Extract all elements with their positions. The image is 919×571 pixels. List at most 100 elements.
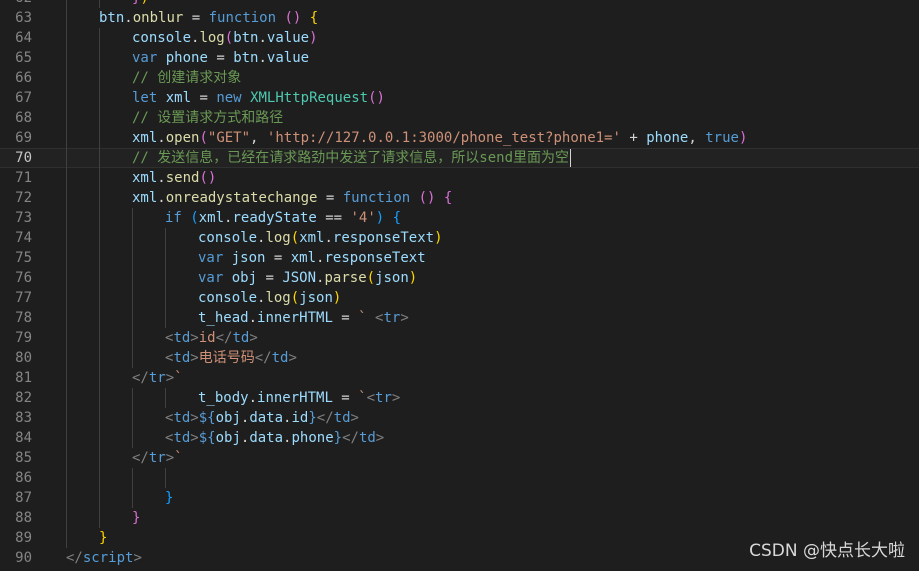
- code-line[interactable]: 72 xml.onreadystatechange = function () {: [0, 188, 919, 208]
- indent-guide: [66, 168, 67, 188]
- code-token: (: [290, 290, 300, 306]
- indent-guide: [165, 248, 166, 268]
- code-token: log: [265, 230, 291, 246]
- code-token: readyState: [232, 210, 317, 226]
- code-line[interactable]: 77 console.log(json): [0, 288, 919, 308]
- line-number: 81: [15, 370, 32, 386]
- code-editor[interactable]: 62})63btn.onblur = function () {64consol…: [0, 0, 919, 568]
- code-token: json: [299, 290, 333, 306]
- code-text: if (xml.readyState == '4') {: [165, 208, 401, 228]
- indent-guide: [66, 468, 67, 488]
- code-token: `: [174, 370, 183, 386]
- indent-guide: [132, 408, 133, 428]
- code-text: // 设置请求方式和路径: [132, 108, 283, 128]
- code-line[interactable]: 76 var obj = JSON.parse(json): [0, 268, 919, 288]
- indent-guide: [66, 208, 67, 228]
- line-number: 83: [15, 410, 32, 426]
- code-line[interactable]: 83 <td>${obj.data.id}</td>: [0, 408, 919, 428]
- code-token: console: [198, 230, 258, 246]
- code-token: </: [254, 350, 272, 366]
- indent-guide: [99, 0, 100, 8]
- indent-guide: [99, 468, 100, 488]
- indent-guide: [66, 228, 67, 248]
- indent-guide: [165, 268, 166, 288]
- indent-guide: [99, 48, 100, 68]
- code-line[interactable]: 66 // 创建请求对象: [0, 68, 919, 88]
- code-token: console: [198, 290, 258, 306]
- code-token: open: [165, 130, 200, 146]
- indent-guide: [99, 508, 100, 528]
- code-text: }: [132, 508, 140, 528]
- indent-guide: [66, 448, 67, 468]
- code-token: .: [248, 390, 258, 406]
- code-line[interactable]: 85 </tr>`: [0, 448, 919, 468]
- code-token: >: [375, 430, 385, 446]
- code-text: t_body.innerHTML = `<tr>: [198, 388, 400, 408]
- code-token: >: [190, 430, 199, 446]
- code-line[interactable]: 80 <td>电话号码</td>: [0, 348, 919, 368]
- code-token: .: [157, 170, 166, 186]
- code-line[interactable]: 62}): [0, 0, 919, 8]
- code-line[interactable]: 86: [0, 468, 919, 488]
- code-line[interactable]: 79 <td>id</td>: [0, 328, 919, 348]
- code-token: responseText: [324, 250, 426, 266]
- code-text: t_head.innerHTML = ` <tr>: [198, 308, 409, 328]
- code-line[interactable]: 75 var json = xml.responseText: [0, 248, 919, 268]
- code-line[interactable]: 78 t_head.innerHTML = ` <tr>: [0, 308, 919, 328]
- code-line[interactable]: 69 xml.open("GET", 'http://127.0.0.1:3000…: [0, 128, 919, 148]
- indent-guide: [132, 428, 133, 448]
- code-line[interactable]: 88}: [0, 508, 919, 528]
- code-line[interactable]: 87}: [0, 488, 919, 508]
- code-token: // 设置请求方式和路径: [132, 110, 284, 126]
- code-token: {: [392, 210, 402, 226]
- indent-guide: [99, 308, 100, 328]
- code-token: td: [333, 410, 351, 426]
- line-number: 87: [15, 490, 32, 506]
- code-text: console.log(xml.responseText): [198, 228, 443, 248]
- code-token: script: [82, 550, 134, 566]
- code-token: td: [232, 330, 250, 346]
- code-line[interactable]: 64 console.log(btn.value): [0, 28, 919, 48]
- code-line[interactable]: 82 t_body.innerHTML = `<tr>: [0, 388, 919, 408]
- code-token: </: [132, 450, 149, 466]
- code-token: '4': [350, 210, 376, 226]
- line-number: 89: [15, 530, 32, 546]
- code-line[interactable]: 65 var phone = btn.value: [0, 48, 919, 68]
- code-line[interactable]: 68 // 设置请求方式和路径: [0, 108, 919, 128]
- code-line[interactable]: 71 xml.send(): [0, 168, 919, 188]
- code-line[interactable]: 74 console.log(xml.responseText): [0, 228, 919, 248]
- code-line[interactable]: 73 if (xml.readyState == '4') {: [0, 208, 919, 228]
- code-token: id: [198, 330, 216, 346]
- line-number: 90: [15, 550, 32, 566]
- indent-guide: [165, 308, 166, 328]
- code-token: onreadystatechange: [165, 190, 318, 206]
- indent-guide: [66, 248, 67, 268]
- code-token: ): [434, 230, 443, 246]
- code-text: </script>: [66, 548, 142, 568]
- code-line[interactable]: 67 let xml = new XMLHttpRequest(): [0, 88, 919, 108]
- line-number: 62: [0, 0, 32, 8]
- code-token: new: [216, 90, 242, 106]
- code-line[interactable]: 70 // 发送信息，已经在请求路劲中发送了请求信息，所以send里面为空: [0, 148, 919, 168]
- code-token: td: [173, 350, 191, 366]
- line-number: 79: [15, 330, 32, 346]
- code-token: tr: [383, 310, 401, 326]
- code-token: log: [265, 290, 291, 306]
- text-cursor: [570, 149, 571, 167]
- code-token: .: [124, 10, 133, 26]
- code-line[interactable]: 84 <td>${obj.data.phone}</td>: [0, 428, 919, 448]
- code-token: td: [173, 430, 191, 446]
- code-token: =: [207, 50, 234, 66]
- indent-guide: [99, 128, 100, 148]
- line-number: 65: [15, 50, 32, 66]
- code-token: id: [291, 410, 309, 426]
- code-line[interactable]: 81 </tr>`: [0, 368, 919, 388]
- code-line[interactable]: 63 btn.onblur = function () {: [0, 8, 919, 28]
- code-token: (: [199, 130, 208, 146]
- code-token: >: [165, 450, 175, 466]
- code-token: ): [408, 270, 418, 286]
- code-token: (): [418, 190, 436, 206]
- code-token: btn: [233, 50, 259, 66]
- code-text: xml.open("GET", 'http://127.0.0.1:3000/p…: [132, 128, 747, 148]
